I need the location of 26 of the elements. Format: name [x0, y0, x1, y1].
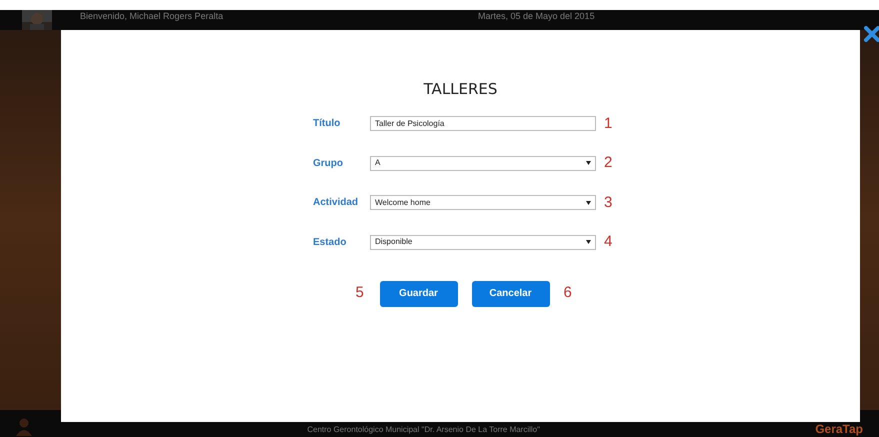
field-label: Estado [313, 236, 348, 250]
welcome-text: Bienvenido, Michael Rogers Peralta [80, 10, 224, 23]
dropdown[interactable]: Disponible [370, 234, 596, 250]
annotation-number: 6 [564, 283, 573, 304]
dialog-title: TALLERES [424, 79, 498, 100]
annotation-number: 1 [604, 114, 614, 134]
button[interactable]: Cancelar [472, 280, 550, 306]
dropdown[interactable]: A [370, 156, 596, 171]
field-label: Título [313, 117, 342, 132]
person-icon [16, 418, 32, 436]
caret-icon [586, 240, 591, 244]
logo-text: GeraTap [815, 422, 863, 436]
caret-icon [586, 200, 591, 205]
input-field[interactable]: Taller de Psicología [370, 116, 596, 132]
dropdown[interactable]: Welcome home [370, 195, 596, 210]
close-icon[interactable] [864, 26, 879, 42]
annotation-number: 2 [604, 153, 614, 173]
field-label: Grupo [313, 156, 344, 171]
annotation-number: 5 [356, 283, 365, 304]
annotation-number: 4 [604, 232, 614, 252]
annotation-number: 3 [604, 192, 614, 212]
button[interactable]: Guardar [380, 280, 458, 306]
date-text: Martes, 05 de Mayo del 2015 [478, 10, 595, 23]
caret-icon [586, 161, 591, 166]
field-label: Actividad [313, 196, 360, 210]
footer-text: Centro Gerontológico Municipal "Dr. Arsenio De La Torre Marcillo" [307, 424, 540, 436]
